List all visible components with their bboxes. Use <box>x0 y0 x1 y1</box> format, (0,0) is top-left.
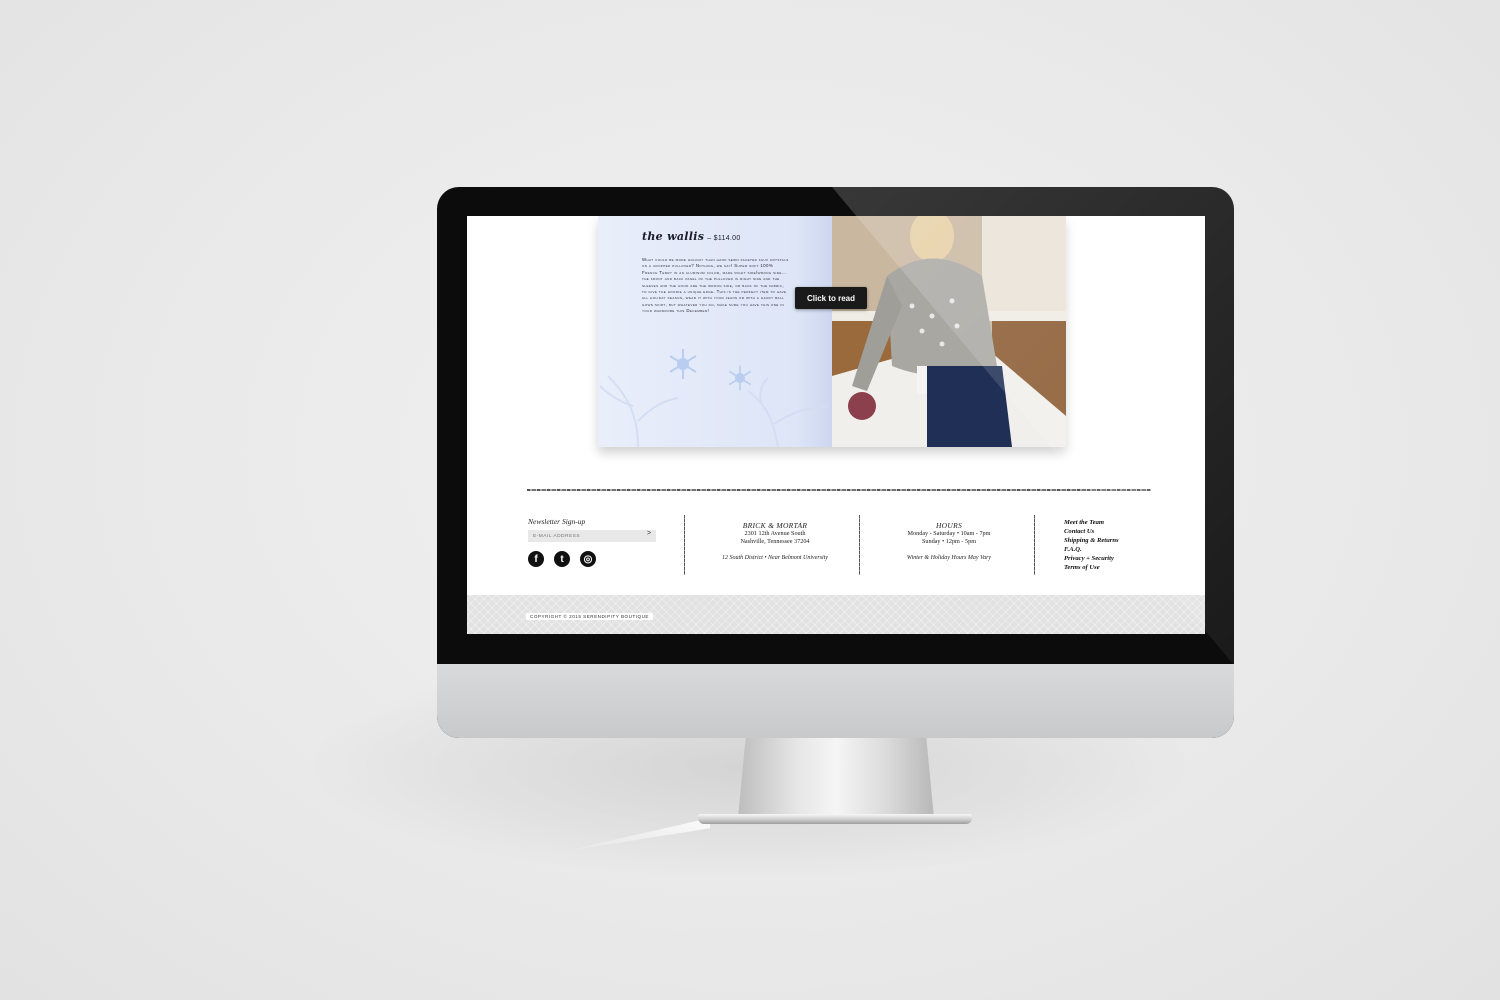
monitor-chin <box>437 664 1234 738</box>
footer-link-contact-us[interactable]: Contact Us <box>1064 527 1119 536</box>
copyright-band: COPYRIGHT © 2015 SERENDIPITY BOUTIQUE <box>467 595 1205 634</box>
footer-link-faq[interactable]: F.A.Q. <box>1064 545 1119 554</box>
lookbook-photo <box>832 216 1066 447</box>
hours-weekday: Monday - Saturday • 10am - 7pm <box>907 530 991 537</box>
store-hours: HOURS Monday - Saturday • 10am - 7pm Sun… <box>869 521 1029 561</box>
store-info: BRICK & MORTAR 2301 12th Avenue South Na… <box>695 521 855 561</box>
newsletter-submit-button[interactable]: > <box>647 530 651 537</box>
footer-column-separator <box>684 515 685 575</box>
model-photo <box>832 216 1066 447</box>
branch-decoration <box>599 375 829 447</box>
footer-column-separator <box>1034 515 1035 575</box>
twitter-icon[interactable]: t <box>554 551 570 567</box>
product-description: What could be more holiday than hand sew… <box>642 257 789 314</box>
monitor-stand <box>738 736 934 818</box>
site-footer: Newsletter Sign-up > f t ◎ BRICK & MORTA… <box>467 512 1205 592</box>
facebook-icon[interactable]: f <box>528 551 544 567</box>
hours-note: Winter & Holiday Hours May Vary <box>906 555 992 562</box>
copyright-text: COPYRIGHT © 2015 SERENDIPITY BOUTIQUE <box>526 613 653 620</box>
footer-link-terms-of-use[interactable]: Terms of Use <box>1064 563 1119 572</box>
store-address-line1: 2301 12th Avenue South <box>744 530 806 537</box>
hours-title: HOURS <box>935 521 963 530</box>
footer-links: Meet the Team Contact Us Shipping & Retu… <box>1064 518 1119 572</box>
footer-link-shipping-returns[interactable]: Shipping & Returns <box>1064 536 1119 545</box>
monitor: the wallis – $114.00 What could be more h… <box>437 187 1234 738</box>
store-title: BRICK & MORTAR <box>742 521 808 530</box>
newsletter-title: Newsletter Sign-up <box>528 517 586 526</box>
footer-link-privacy-security[interactable]: Privacy + Security <box>1064 554 1119 563</box>
product-price: – $114.00 <box>707 235 741 242</box>
store-address-line2: Nashville, Tennessee 37204 <box>740 538 810 546</box>
lookbook-spread[interactable]: the wallis – $114.00 What could be more h… <box>598 216 1066 447</box>
instagram-icon[interactable]: ◎ <box>580 551 596 567</box>
newsletter-email-input[interactable] <box>528 530 656 542</box>
section-divider <box>527 489 1151 491</box>
click-to-read-button[interactable]: Click to read <box>795 287 867 309</box>
monitor-stand-base <box>698 814 972 824</box>
product-title: the wallis – $114.00 <box>642 230 741 243</box>
hours-sunday: Sunday • 12pm - 5pm <box>921 538 977 546</box>
lookbook-left-page: the wallis – $114.00 What could be more h… <box>598 216 832 447</box>
store-location-note: 12 South District • Near Belmont Univers… <box>721 555 829 562</box>
footer-column-separator <box>859 515 860 575</box>
footer-link-meet-the-team[interactable]: Meet the Team <box>1064 518 1119 527</box>
website-screen: the wallis – $114.00 What could be more h… <box>467 216 1205 634</box>
product-name: the wallis <box>642 230 705 243</box>
